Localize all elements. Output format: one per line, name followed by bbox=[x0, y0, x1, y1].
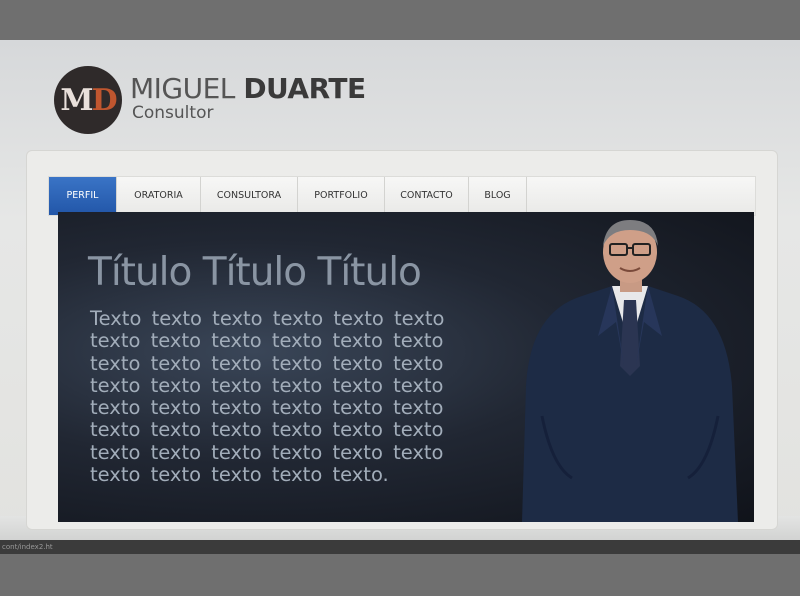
hero-body-text: Texto texto texto texto texto texto text… bbox=[90, 307, 445, 487]
main-nav: PERFIL ORATORIA CONSULTORA PORTFOLIO CON… bbox=[48, 176, 756, 216]
site-header: MD MIGUEL DUARTE Consultor bbox=[54, 66, 474, 138]
logo[interactable]: MD bbox=[54, 66, 122, 134]
logo-letter-d: D bbox=[91, 82, 118, 118]
brand-name: MIGUEL DUARTE bbox=[130, 74, 366, 104]
nav-item-consultora[interactable]: CONSULTORA bbox=[201, 177, 298, 215]
nav-item-oratoria[interactable]: ORATORIA bbox=[117, 177, 201, 215]
status-bar-text: cont/index2.ht bbox=[2, 543, 53, 551]
logo-letter-m: M bbox=[60, 82, 93, 118]
nav-item-perfil[interactable]: PERFIL bbox=[49, 177, 117, 215]
taskbar bbox=[0, 540, 800, 554]
hero-banner: Título Título Título Texto texto texto t… bbox=[58, 212, 754, 522]
nav-item-portfolio[interactable]: PORTFOLIO bbox=[298, 177, 385, 215]
nav-item-blog[interactable]: BLOG bbox=[469, 177, 527, 215]
logo-monogram: MD bbox=[60, 82, 118, 118]
nav-item-contacto[interactable]: CONTACTO bbox=[385, 177, 469, 215]
portrait-photo bbox=[522, 220, 738, 522]
brand-last-name: DUARTE bbox=[243, 72, 366, 105]
hero-title: Título Título Título bbox=[88, 250, 422, 295]
brand-first-name: MIGUEL bbox=[130, 72, 235, 105]
brand-subtitle: Consultor bbox=[132, 103, 214, 123]
